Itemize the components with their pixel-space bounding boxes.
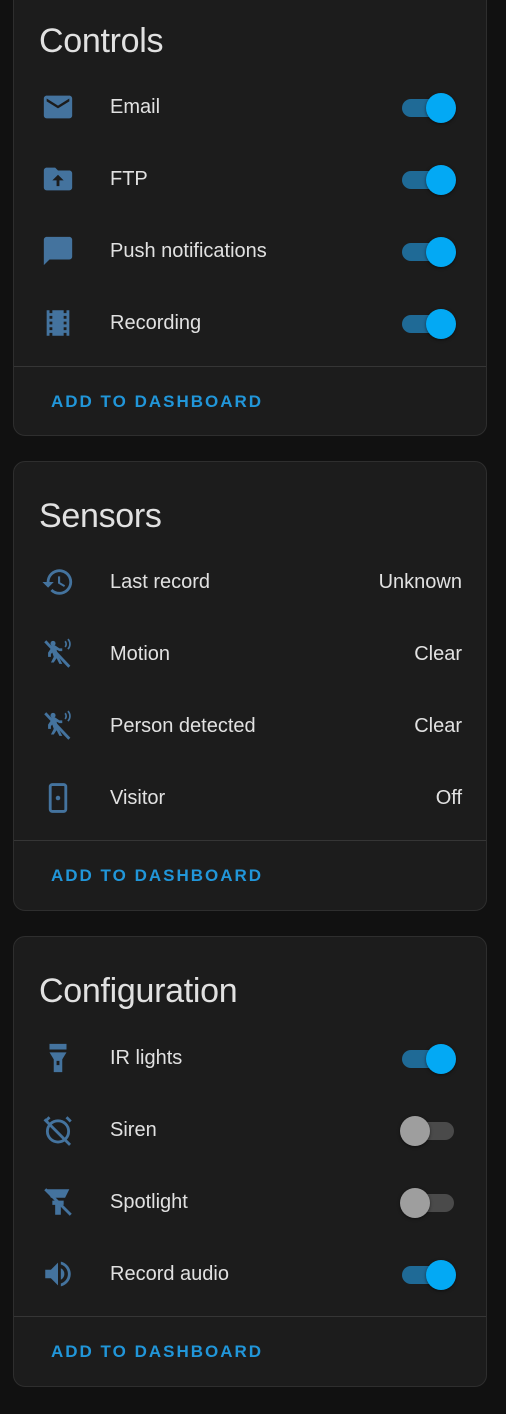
sensor-value: Unknown [378, 571, 462, 593]
control-label: Email [110, 96, 161, 118]
config-row-spotlight[interactable]: Spotlight [14, 1166, 486, 1238]
folder-upload-icon [38, 163, 78, 195]
flashlight-icon [38, 1042, 78, 1074]
sensor-label: Visitor [110, 787, 166, 809]
config-label: Spotlight [110, 1191, 188, 1213]
config-label: Record audio [110, 1263, 229, 1285]
sensor-value: Clear [414, 715, 462, 737]
volume-icon [38, 1258, 78, 1290]
sensor-value: Clear [414, 643, 462, 665]
email-icon [38, 91, 78, 123]
sensor-label: Person detected [110, 715, 256, 737]
message-icon [38, 235, 78, 267]
sensor-label: Last record [110, 571, 211, 593]
divider [14, 840, 486, 841]
controls-title: Controls [39, 22, 164, 60]
siren-toggle[interactable] [400, 1116, 456, 1146]
sensors-title: Sensors [39, 497, 162, 535]
ir-lights-toggle[interactable] [400, 1044, 456, 1074]
motion-sensor-off-icon [38, 638, 78, 670]
config-row-ir-lights[interactable]: IR lights [14, 1022, 486, 1094]
add-to-dashboard-button[interactable]: ADD TO DASHBOARD [51, 392, 263, 412]
sensor-row-visitor[interactable]: Visitor Off [14, 762, 486, 834]
email-toggle[interactable] [400, 93, 456, 123]
divider [14, 366, 486, 367]
sensor-label: Motion [110, 643, 171, 665]
control-row-push-notifications[interactable]: Push notifications [14, 215, 486, 287]
control-row-ftp[interactable]: FTP [14, 143, 486, 215]
config-row-record-audio[interactable]: Record audio [14, 1238, 486, 1310]
doorbell-icon [38, 782, 78, 814]
config-label: IR lights [110, 1047, 183, 1069]
config-label: Siren [110, 1119, 157, 1141]
sensors-card: Sensors Last record Unknown Motion Clear… [13, 461, 487, 911]
control-label: Push notifications [110, 240, 267, 262]
motion-sensor-off-icon [38, 710, 78, 742]
divider [14, 1316, 486, 1317]
history-icon [38, 566, 78, 598]
spotlight-off-icon [38, 1186, 78, 1218]
configuration-title: Configuration [39, 972, 238, 1010]
recording-toggle[interactable] [400, 309, 456, 339]
spotlight-toggle[interactable] [400, 1188, 456, 1218]
controls-card: Controls Email FTP Push notifications Re… [13, 0, 487, 436]
sensor-row-person-detected[interactable]: Person detected Clear [14, 690, 486, 762]
config-row-siren[interactable]: Siren [14, 1094, 486, 1166]
control-label: Recording [110, 312, 202, 334]
push-notifications-toggle[interactable] [400, 237, 456, 267]
control-label: FTP [110, 168, 148, 190]
ftp-toggle[interactable] [400, 165, 456, 195]
record-audio-toggle[interactable] [400, 1260, 456, 1290]
filmstrip-icon [38, 307, 78, 339]
control-row-recording[interactable]: Recording [14, 287, 486, 359]
alarm-off-icon [38, 1114, 78, 1146]
configuration-card: Configuration IR lights Siren Spotlight … [13, 936, 487, 1387]
control-row-email[interactable]: Email [14, 71, 486, 143]
add-to-dashboard-button[interactable]: ADD TO DASHBOARD [51, 866, 263, 886]
sensor-row-last-record[interactable]: Last record Unknown [14, 546, 486, 618]
sensor-value: Off [435, 787, 462, 809]
sensor-row-motion[interactable]: Motion Clear [14, 618, 486, 690]
add-to-dashboard-button[interactable]: ADD TO DASHBOARD [51, 1342, 263, 1362]
